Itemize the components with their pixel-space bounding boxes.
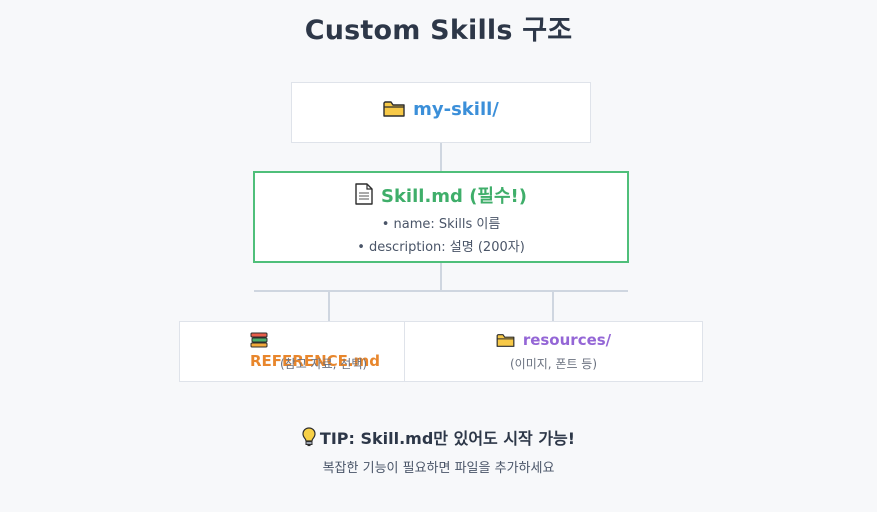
reference-file-box: REFERENCE.md (참고 자료, 선택) xyxy=(179,321,405,382)
lightbulb-icon xyxy=(302,427,316,451)
root-folder-box: my-skill/ xyxy=(291,82,591,143)
folder-icon xyxy=(496,333,515,352)
resources-folder-box: resources/ (이미지, 폰트 등) xyxy=(404,321,703,382)
connector-skill-down xyxy=(440,263,442,291)
root-folder-label: my-skill/ xyxy=(292,99,590,123)
folder-icon xyxy=(383,100,405,123)
connector-to-reference xyxy=(328,291,330,321)
skill-file-label: Skill.md (필수!) xyxy=(255,182,627,210)
tip-text: TIP: Skill.md만 있어도 시작 가능! xyxy=(0,425,877,451)
books-icon xyxy=(250,332,268,352)
skill-file-box: Skill.md (필수!) • name: Skills 이름 • descr… xyxy=(253,171,629,263)
diagram-title: Custom Skills 구조 xyxy=(304,15,573,46)
connector-to-resources xyxy=(552,291,554,321)
document-icon xyxy=(355,183,373,210)
resources-folder-sub: (이미지, 폰트 등) xyxy=(509,357,598,371)
resources-folder-label: resources/ xyxy=(405,331,702,352)
skill-field-name: • name: Skills 이름 xyxy=(381,217,501,232)
skill-field-description: • description: 설명 (200자) xyxy=(357,240,525,255)
tip-subtext: 복잡한 기능이 필요하면 파일을 추가하세요 xyxy=(322,461,555,476)
reference-file-sub: (참고 자료, 선택) xyxy=(280,357,368,371)
connector-horizontal xyxy=(254,290,628,292)
connector-root-to-skill xyxy=(440,143,442,171)
